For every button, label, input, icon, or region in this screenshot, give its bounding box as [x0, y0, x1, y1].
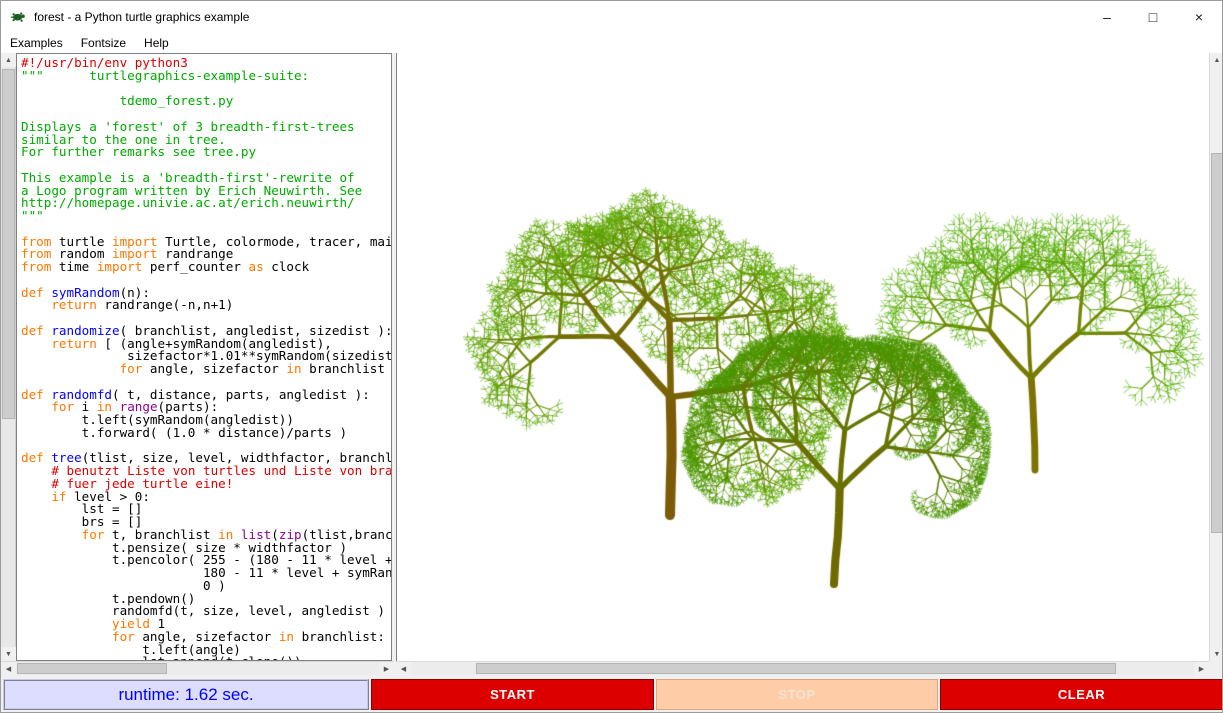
code-vscroll-thumb[interactable] — [2, 69, 15, 419]
code-vertical-scrollbar[interactable]: ▲ ▼ — [1, 53, 16, 661]
scroll-up-icon[interactable]: ▲ — [1, 53, 16, 67]
window-controls: – □ × — [1084, 1, 1222, 33]
bottom-bar: runtime: 1.62 sec. START STOP CLEAR — [1, 675, 1222, 713]
minimize-button[interactable]: – — [1084, 1, 1130, 33]
stop-button[interactable]: STOP — [656, 679, 938, 710]
scroll-right-icon[interactable]: ▶ — [1194, 662, 1209, 675]
code-horizontal-scrollbar[interactable]: ◀ ▶ — [1, 661, 394, 675]
runtime-label: runtime: 1.62 sec. — [3, 679, 369, 710]
canvas-horizontal-scrollbar[interactable]: ◀ ▶ — [396, 661, 1209, 675]
canvas-vscroll-thumb[interactable] — [1211, 153, 1223, 533]
turtle-canvas-pane — [396, 53, 1209, 661]
turtle-canvas[interactable] — [398, 54, 1210, 660]
scroll-down-icon[interactable]: ▼ — [1, 647, 16, 661]
clear-button[interactable]: CLEAR — [940, 679, 1223, 710]
canvas-vertical-scrollbar[interactable]: ▲ ▼ — [1209, 53, 1223, 661]
scroll-down-icon[interactable]: ▼ — [1210, 647, 1223, 661]
menu-fontsize[interactable]: Fontsize — [72, 34, 135, 52]
canvas-hscroll-thumb[interactable] — [476, 663, 1116, 674]
menu-help[interactable]: Help — [135, 34, 178, 52]
code-hscroll-thumb[interactable] — [17, 663, 167, 674]
close-button[interactable]: × — [1176, 1, 1222, 33]
scroll-right-icon[interactable]: ▶ — [379, 662, 394, 675]
scroll-left-icon[interactable]: ◀ — [1, 662, 16, 675]
turtledemo-window: forest - a Python turtle graphics exampl… — [0, 0, 1223, 713]
code-lines: #!/usr/bin/env python3""" turtlegraphics… — [21, 57, 391, 661]
menu-bar: Examples Fontsize Help — [1, 33, 1222, 53]
code-editor[interactable]: #!/usr/bin/env python3""" turtlegraphics… — [16, 53, 392, 661]
scroll-up-icon[interactable]: ▲ — [1210, 53, 1223, 67]
scrollbar-corner — [1209, 661, 1223, 675]
scroll-left-icon[interactable]: ◀ — [396, 662, 411, 675]
maximize-button[interactable]: □ — [1130, 1, 1176, 33]
menu-examples[interactable]: Examples — [1, 34, 72, 52]
start-button[interactable]: START — [371, 679, 654, 710]
title-bar: forest - a Python turtle graphics exampl… — [1, 1, 1222, 33]
window-title: forest - a Python turtle graphics exampl… — [34, 10, 249, 24]
turtle-icon — [10, 9, 26, 25]
